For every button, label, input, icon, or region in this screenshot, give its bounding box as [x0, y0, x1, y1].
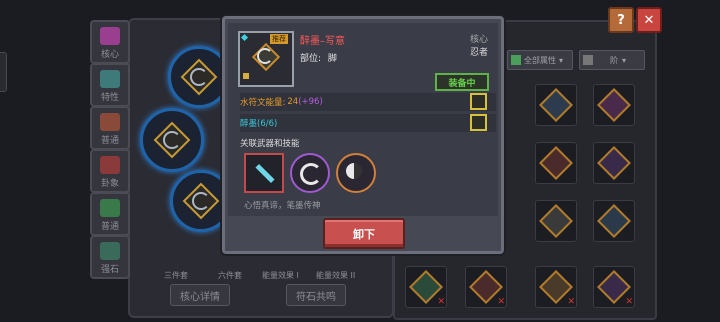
tab-label: 特性 [100, 93, 119, 103]
tab-label: 卦象 [100, 179, 119, 189]
set-label: 醉墨(6/6) [240, 119, 278, 129]
trait-tab-icon [100, 70, 120, 88]
rune-cell[interactable] [593, 200, 635, 242]
swirl-icon [257, 48, 273, 64]
set-lock-icon[interactable] [470, 114, 487, 131]
close-button[interactable]: ✕ [636, 7, 662, 33]
locked-x-icon: ✕ [567, 297, 575, 307]
rune-resonance-button[interactable]: 符石共鸣 [286, 284, 346, 306]
slot-info: 部位: 脚 [300, 51, 337, 64]
energy-label: 水符文能量: [240, 98, 286, 108]
rune-cell[interactable] [535, 200, 577, 242]
tab-stone[interactable]: 强石 [90, 235, 130, 279]
tab-hexagram[interactable]: 卦象 [90, 149, 130, 193]
rune-cell[interactable]: ✕ [535, 266, 577, 308]
item-icon-frame: 推荐 [238, 31, 294, 87]
sort-label: 阶 [610, 55, 618, 65]
skill-icon-purple[interactable] [290, 153, 330, 193]
sort-icon [583, 55, 593, 65]
unequip-button[interactable]: 卸下 [323, 218, 405, 249]
normal-tab-icon [100, 113, 120, 131]
normal-tab-icon [100, 199, 120, 217]
item-description: 心悟真谛，笔墨传神 [244, 201, 321, 211]
core-detail-button[interactable]: 核心详情 [170, 284, 230, 306]
rune-cell[interactable] [535, 142, 577, 184]
locked-x-icon: ✕ [437, 297, 445, 307]
tab-label: 普通 [100, 136, 119, 146]
tab-trait[interactable]: 特性 [90, 63, 130, 107]
rune-cell[interactable] [593, 142, 635, 184]
set-label-3: 三件套 [164, 271, 188, 280]
stone-tab-icon [100, 242, 120, 260]
linked-label: 关联武器和技能 [240, 139, 300, 149]
energy-value: 24 [287, 97, 299, 107]
class-text: 忍者 [470, 48, 489, 58]
sword-icon [255, 163, 275, 184]
energy-bonus: (+96) [298, 97, 323, 107]
set-label-6: 六件套 [218, 271, 242, 280]
rune-detail-popup: 推荐 醉墨–写意 部位: 脚 核心 忍者 装备中 水符文能量: 24 (+96)… [222, 16, 504, 254]
swirl-icon [300, 163, 322, 185]
rune-slot-ring[interactable] [140, 108, 204, 172]
filter-icon [511, 55, 521, 65]
energy-lock-icon[interactable] [470, 93, 487, 110]
hexagram-tab-icon [100, 156, 120, 174]
set-label-energy-2: 能量效果 II [316, 271, 356, 280]
recommend-badge: 推荐 [270, 34, 288, 44]
category-text: 核心 [470, 35, 489, 45]
tab-label: 普通 [100, 222, 119, 232]
tab-core[interactable]: 核心 [90, 20, 130, 64]
item-name: 醉墨–写意 [300, 36, 345, 47]
chevron-down-icon: ▾ [622, 55, 627, 65]
side-notch [0, 52, 7, 92]
weapon-skill-icon[interactable] [244, 153, 284, 193]
tab-label: 强石 [100, 265, 119, 275]
set-label-energy-1: 能量效果 I [262, 271, 299, 280]
set-row: 醉墨(6/6) [240, 114, 496, 132]
rune-cell[interactable] [593, 84, 635, 126]
skill-icon-orange[interactable] [336, 153, 376, 193]
attribute-filter[interactable]: 全部属性 ▾ [507, 50, 573, 70]
chevron-down-icon: ▾ [559, 55, 564, 65]
lock-icon [243, 73, 249, 79]
filter-label: 全部属性 [524, 55, 556, 65]
locked-x-icon: ✕ [497, 297, 505, 307]
core-tab-icon [100, 27, 120, 45]
sort-filter[interactable]: 阶 ▾ [579, 50, 645, 70]
slot-label: 部位: [300, 54, 322, 64]
slot-value: 脚 [327, 54, 337, 64]
diamond-icon [240, 33, 249, 42]
rune-cell[interactable]: ✕ [465, 266, 507, 308]
tab-normal[interactable]: 普通 [90, 106, 130, 150]
popup-content: 推荐 醉墨–写意 部位: 脚 核心 忍者 装备中 水符文能量: 24 (+96)… [228, 23, 498, 216]
tab-normal-2[interactable]: 普通 [90, 192, 130, 236]
tab-label: 核心 [100, 50, 119, 60]
help-button[interactable]: ? [608, 7, 634, 33]
rune-cell[interactable]: ✕ [405, 266, 447, 308]
rune-cell[interactable] [535, 84, 577, 126]
rune-slot-ring[interactable] [168, 46, 230, 108]
yinyang-icon [346, 163, 362, 179]
equipped-badge: 装备中 [435, 73, 489, 91]
rune-cell[interactable]: ✕ [593, 266, 635, 308]
locked-x-icon: ✕ [625, 297, 633, 307]
energy-row: 水符文能量: 24 (+96) [240, 93, 496, 111]
